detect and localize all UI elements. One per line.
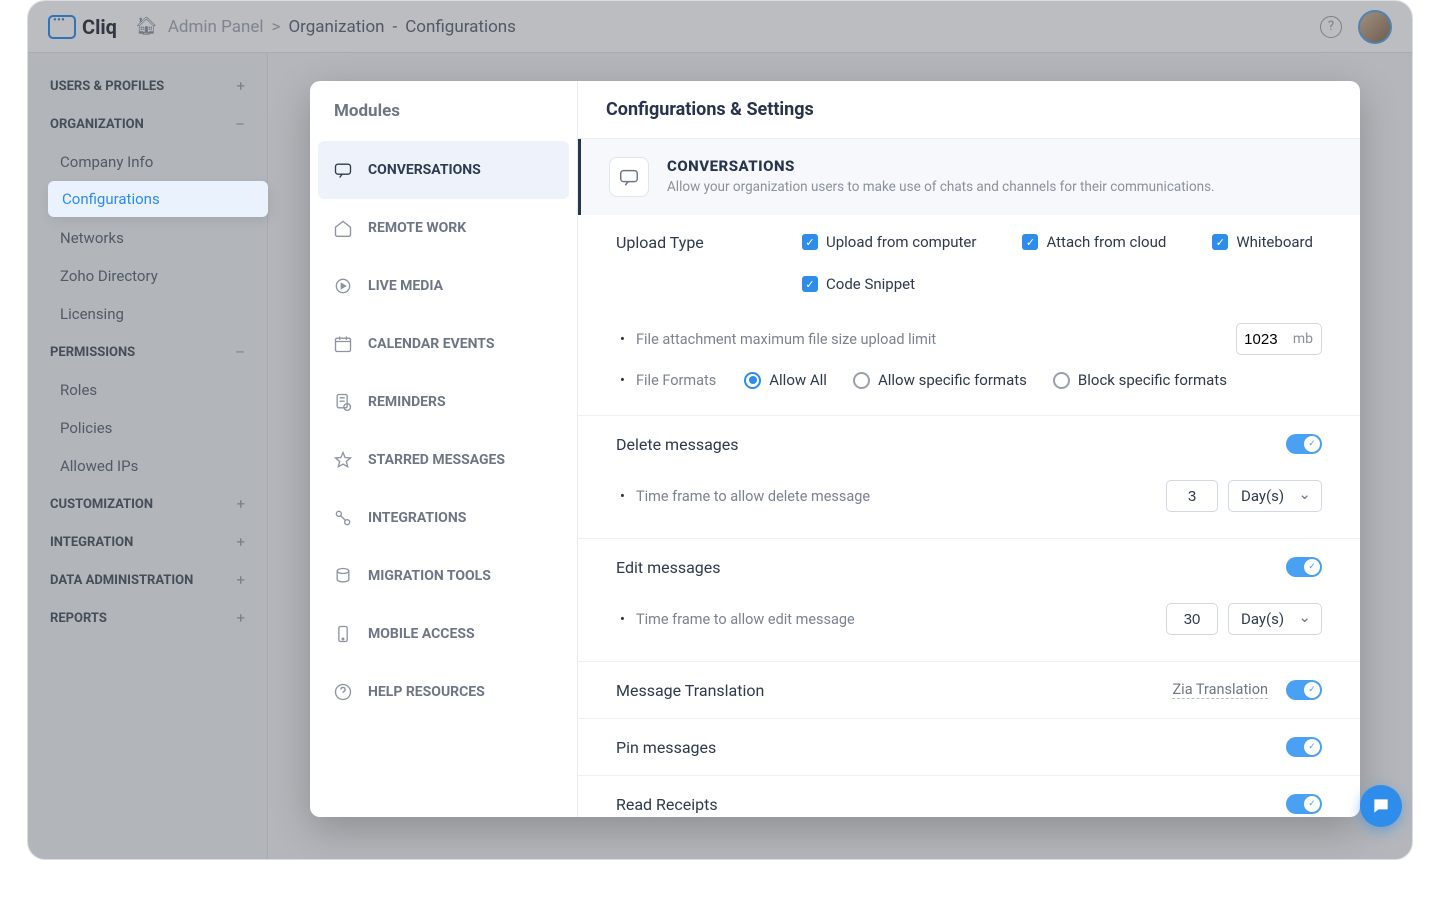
checkbox-icon: ✓ — [1022, 234, 1038, 250]
module-item-migration[interactable]: MIGRATION TOOLS — [318, 547, 569, 605]
conversations-icon — [332, 159, 354, 181]
module-item-help[interactable]: HELP RESOURCES — [318, 663, 569, 721]
mobile-icon — [332, 623, 354, 645]
row-title: Edit messages — [616, 558, 721, 577]
module-item-integrations[interactable]: INTEGRATIONS — [318, 489, 569, 547]
delete-timeframe-unit-select[interactable]: Day(s) — [1228, 480, 1322, 512]
row-upload-type: Upload Type ✓Upload from computer ✓Attac… — [578, 215, 1360, 416]
module-item-conversations[interactable]: CONVERSATIONS — [318, 141, 569, 199]
module-item-reminders[interactable]: REMINDERS — [318, 373, 569, 431]
row-title: Read Receipts — [616, 795, 718, 814]
home-icon — [332, 217, 354, 239]
max-size-label: File attachment maximum file size upload… — [636, 331, 936, 348]
radio-icon — [853, 372, 870, 389]
radio-allow-specific[interactable]: Allow specific formats — [853, 371, 1027, 389]
row-title: Upload Type — [616, 233, 704, 252]
chat-fab[interactable] — [1360, 785, 1402, 827]
module-item-mobile[interactable]: MOBILE ACCESS — [318, 605, 569, 663]
row-delete-messages: Delete messages Time frame to allow dele… — [578, 416, 1360, 539]
sidebar-item-configurations[interactable]: Configurations — [48, 181, 268, 217]
radio-icon — [1053, 372, 1070, 389]
row-title: Message Translation — [616, 681, 764, 700]
upload-options: ✓Upload from computer ✓Attach from cloud… — [802, 233, 1322, 293]
row-pin-messages: Pin messages — [578, 719, 1360, 776]
modules-title: Modules — [310, 81, 577, 141]
star-icon — [332, 449, 354, 471]
section-conversations: CONVERSATIONS Allow your organization us… — [578, 139, 1360, 215]
row-title: Delete messages — [616, 435, 739, 454]
checkbox-code-snippet[interactable]: ✓Code Snippet — [802, 275, 915, 293]
zia-translation-link[interactable]: Zia Translation — [1172, 681, 1268, 699]
toggle-translation[interactable] — [1286, 680, 1322, 700]
conversations-icon — [609, 157, 649, 197]
row-message-translation: Message Translation Zia Translation — [578, 662, 1360, 719]
migration-icon — [332, 565, 354, 587]
media-icon — [332, 275, 354, 297]
formats-label: File Formats — [636, 372, 716, 389]
checkbox-upload-computer[interactable]: ✓Upload from computer — [802, 233, 976, 251]
checkbox-icon: ✓ — [802, 276, 818, 292]
edit-timeframe-label: Time frame to allow edit message — [636, 611, 855, 628]
radio-allow-all[interactable]: Allow All — [744, 371, 827, 389]
settings-main: Configurations & Settings CONVERSATIONS … — [578, 81, 1360, 817]
edit-timeframe-input[interactable] — [1166, 603, 1218, 635]
row-title: Pin messages — [616, 738, 716, 757]
delete-timeframe-label: Time frame to allow delete message — [636, 488, 870, 505]
reminder-icon — [332, 391, 354, 413]
checkbox-icon: ✓ — [802, 234, 818, 250]
toggle-read-receipts[interactable] — [1286, 794, 1322, 814]
radio-icon — [744, 372, 761, 389]
module-item-starred[interactable]: STARRED MESSAGES — [318, 431, 569, 489]
settings-title: Configurations & Settings — [578, 81, 1360, 139]
section-desc: Allow your organization users to make us… — [667, 179, 1215, 195]
max-size-input[interactable] — [1237, 331, 1285, 348]
checkbox-attach-cloud[interactable]: ✓Attach from cloud — [1022, 233, 1166, 251]
section-title: CONVERSATIONS — [667, 157, 1215, 175]
calendar-icon — [332, 333, 354, 355]
toggle-pin-messages[interactable] — [1286, 737, 1322, 757]
toggle-edit-messages[interactable] — [1286, 557, 1322, 577]
configurations-modal: Modules CONVERSATIONS REMOTE WORK — [310, 81, 1360, 817]
checkbox-icon: ✓ — [1212, 234, 1228, 250]
edit-timeframe-unit-select[interactable]: Day(s) — [1228, 603, 1322, 635]
size-unit: mb — [1285, 331, 1321, 347]
toggle-delete-messages[interactable] — [1286, 434, 1322, 454]
radio-block-specific[interactable]: Block specific formats — [1053, 371, 1227, 389]
modules-sidebar: Modules CONVERSATIONS REMOTE WORK — [310, 81, 578, 817]
module-item-live-media[interactable]: LIVE MEDIA — [318, 257, 569, 315]
row-edit-messages: Edit messages Time frame to allow edit m… — [578, 539, 1360, 662]
module-item-remote-work[interactable]: REMOTE WORK — [318, 199, 569, 257]
module-item-calendar[interactable]: CALENDAR EVENTS — [318, 315, 569, 373]
max-size-input-wrap: mb — [1236, 323, 1322, 355]
checkbox-whiteboard[interactable]: ✓Whiteboard — [1212, 233, 1313, 251]
help-icon — [332, 681, 354, 703]
row-read-receipts: Read Receipts Allow users in your organi… — [578, 776, 1360, 817]
delete-timeframe-input[interactable] — [1166, 480, 1218, 512]
integrations-icon — [332, 507, 354, 529]
